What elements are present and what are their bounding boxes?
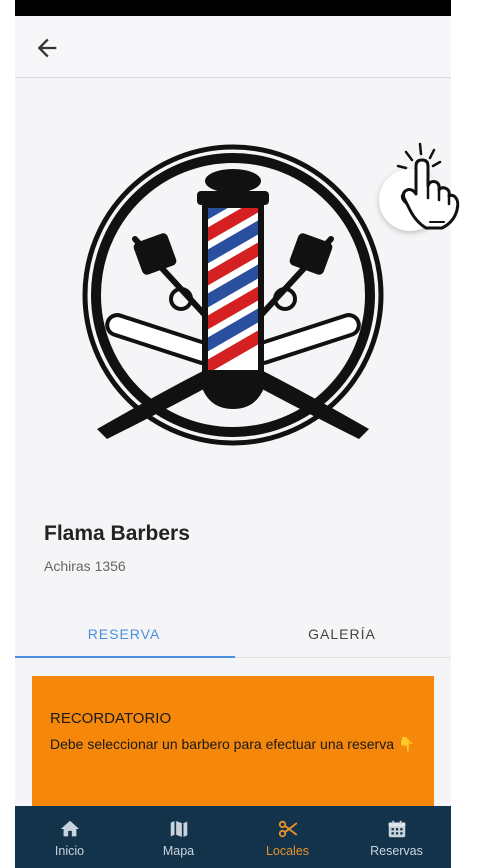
nav-item-reservas[interactable]: Reservas xyxy=(342,806,451,868)
bottom-navigation: Inicio Mapa Locales Reservas xyxy=(15,806,451,868)
home-icon xyxy=(60,820,79,837)
tab-reserva[interactable]: RESERVA xyxy=(15,610,233,658)
app-bar xyxy=(15,16,451,78)
back-button[interactable] xyxy=(33,34,61,62)
tab-indicator xyxy=(15,656,235,658)
nav-label-locales: Locales xyxy=(265,844,310,858)
heart-icon xyxy=(400,191,420,209)
shop-hero xyxy=(15,79,451,509)
shop-address: Achiras 1356 xyxy=(44,558,126,574)
calendar-icon xyxy=(388,820,405,838)
app-screen: Flama Barbers Achiras 1356 RESERVA GALER… xyxy=(15,0,451,868)
arrow-left-icon xyxy=(37,38,57,58)
favorite-button[interactable] xyxy=(379,169,441,231)
reminder-card: RECORDATORIO Debe seleccionar un barbero… xyxy=(32,676,434,811)
status-bar xyxy=(15,0,451,16)
reminder-text: Debe seleccionar un barbero para efectua… xyxy=(50,736,416,752)
tab-galeria[interactable]: GALERÍA xyxy=(233,610,451,658)
nav-item-locales[interactable]: Locales xyxy=(233,806,342,868)
tab-bar: RESERVA GALERÍA xyxy=(15,610,451,658)
shop-name: Flama Barbers xyxy=(44,522,190,545)
nav-item-mapa[interactable]: Mapa xyxy=(124,806,233,868)
nav-item-inicio[interactable]: Inicio xyxy=(15,806,124,868)
map-icon xyxy=(170,820,187,839)
scissors-icon xyxy=(278,820,297,838)
nav-label-inicio: Inicio xyxy=(54,844,85,858)
barber-pole-logo xyxy=(82,144,384,446)
reminder-title: RECORDATORIO xyxy=(50,710,172,727)
nav-label-reservas: Reservas xyxy=(370,844,423,858)
nav-label-mapa: Mapa xyxy=(162,844,195,858)
